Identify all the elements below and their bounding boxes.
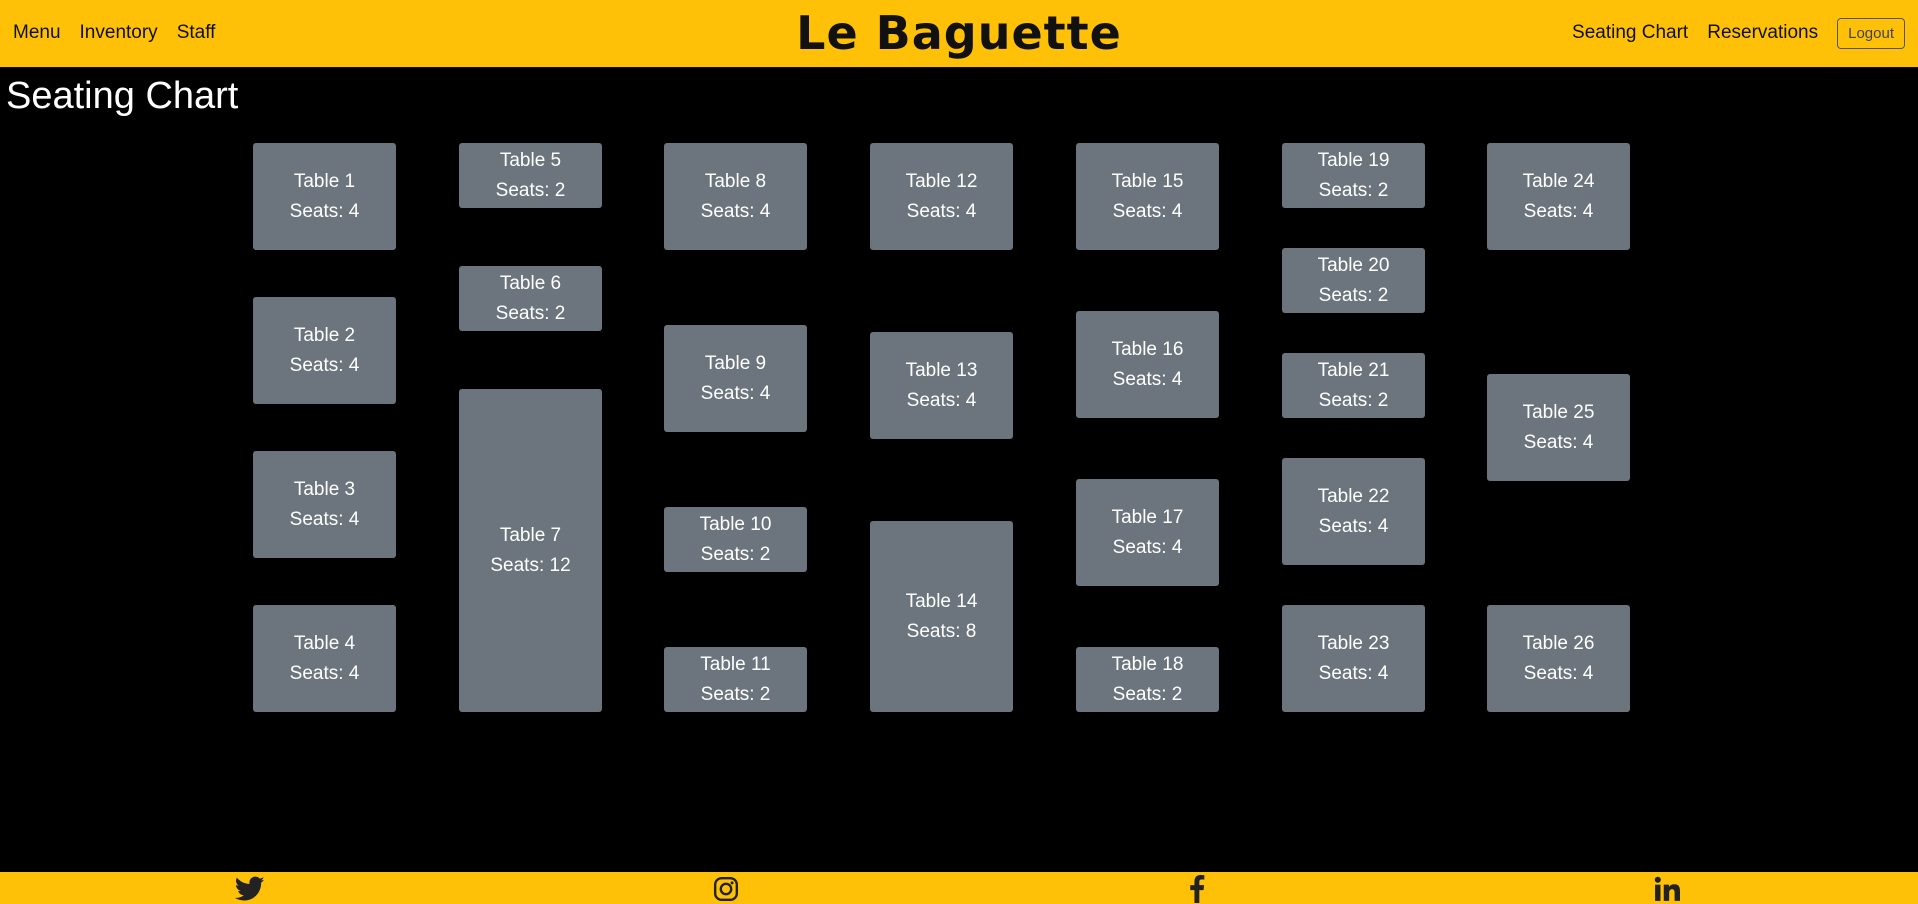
table-seats: Seats: 8 (906, 620, 977, 642)
table-card[interactable]: Table 25 Seats: 4 (1487, 374, 1630, 481)
table-seats: Seats: 2 (495, 302, 566, 324)
table-seats: Seats: 4 (1523, 662, 1594, 684)
table-seats: Seats: 4 (289, 508, 360, 530)
nav-link-reservations[interactable]: Reservations (1707, 22, 1818, 44)
linkedin-icon[interactable] (1650, 874, 1684, 904)
table-card[interactable]: Table 15 Seats: 4 (1076, 143, 1219, 250)
table-card[interactable]: Table 20 Seats: 2 (1282, 248, 1425, 313)
table-name: Table 21 (1317, 359, 1390, 381)
table-name: Table 9 (704, 352, 767, 374)
table-seats: Seats: 4 (1112, 368, 1183, 390)
table-name: Table 17 (1111, 506, 1184, 528)
table-seats: Seats: 4 (700, 200, 771, 222)
table-card[interactable]: Table 13 Seats: 4 (870, 332, 1013, 439)
table-card[interactable]: Table 9 Seats: 4 (664, 325, 807, 432)
nav-right-links: Seating Chart Reservations Logout (1553, 0, 1905, 66)
table-card[interactable]: Table 11 Seats: 2 (664, 647, 807, 712)
table-card[interactable]: Table 22 Seats: 4 (1282, 458, 1425, 565)
table-seats: Seats: 4 (1112, 536, 1183, 558)
table-card[interactable]: Table 23 Seats: 4 (1282, 605, 1425, 712)
table-card[interactable]: Table 24 Seats: 4 (1487, 143, 1630, 250)
table-name: Table 22 (1317, 485, 1390, 507)
table-card[interactable]: Table 14 Seats: 8 (870, 521, 1013, 712)
table-card[interactable]: Table 26 Seats: 4 (1487, 605, 1630, 712)
table-name: Table 26 (1522, 632, 1595, 654)
table-name: Table 23 (1317, 632, 1390, 654)
page-title: Seating Chart (6, 75, 239, 117)
table-card[interactable]: Table 7 Seats: 12 (459, 389, 602, 712)
table-name: Table 8 (704, 170, 767, 192)
footer-bar (0, 872, 1918, 904)
table-seats: Seats: 4 (700, 382, 771, 404)
table-name: Table 19 (1317, 149, 1390, 171)
table-card[interactable]: Table 8 Seats: 4 (664, 143, 807, 250)
table-name: Table 2 (293, 324, 356, 346)
table-seats: Seats: 4 (1523, 431, 1594, 453)
table-name: Table 1 (293, 170, 356, 192)
table-seats: Seats: 4 (1523, 200, 1594, 222)
table-card[interactable]: Table 2 Seats: 4 (253, 297, 396, 404)
table-card[interactable]: Table 18 Seats: 2 (1076, 647, 1219, 712)
table-card[interactable]: Table 21 Seats: 2 (1282, 353, 1425, 418)
table-name: Table 11 (700, 653, 771, 675)
table-seats: Seats: 2 (495, 179, 566, 201)
table-seats: Seats: 12 (490, 554, 571, 576)
table-name: Table 14 (905, 590, 978, 612)
table-seats: Seats: 4 (289, 662, 360, 684)
table-name: Table 13 (905, 359, 978, 381)
table-name: Table 5 (499, 149, 562, 171)
table-card[interactable]: Table 3 Seats: 4 (253, 451, 396, 558)
twitter-icon[interactable] (233, 874, 267, 904)
table-name: Table 16 (1111, 338, 1184, 360)
table-name: Table 6 (499, 272, 562, 294)
table-card[interactable]: Table 6 Seats: 2 (459, 266, 602, 331)
seating-layout: Table 1 Seats: 4 Table 2 Seats: 4 Table … (0, 0, 1918, 904)
instagram-icon[interactable] (709, 874, 743, 904)
table-seats: Seats: 2 (1318, 179, 1389, 201)
table-name: Table 18 (1111, 653, 1184, 675)
table-name: Table 7 (499, 524, 562, 546)
table-seats: Seats: 4 (906, 200, 977, 222)
nav-link-seating-chart[interactable]: Seating Chart (1572, 22, 1688, 44)
table-name: Table 24 (1522, 170, 1595, 192)
table-card[interactable]: Table 1 Seats: 4 (253, 143, 396, 250)
table-name: Table 20 (1317, 254, 1390, 276)
table-card[interactable]: Table 4 Seats: 4 (253, 605, 396, 712)
table-seats: Seats: 2 (700, 543, 771, 565)
table-name: Table 25 (1522, 401, 1595, 423)
table-seats: Seats: 2 (1318, 284, 1389, 306)
table-name: Table 15 (1111, 170, 1184, 192)
table-name: Table 3 (293, 478, 356, 500)
top-navbar: Menu Inventory Staff Le Baguette Seating… (0, 0, 1918, 68)
table-seats: Seats: 4 (289, 200, 360, 222)
table-card[interactable]: Table 10 Seats: 2 (664, 507, 807, 572)
table-seats: Seats: 4 (1112, 200, 1183, 222)
table-card[interactable]: Table 19 Seats: 2 (1282, 143, 1425, 208)
table-seats: Seats: 2 (1112, 683, 1183, 705)
table-seats: Seats: 2 (700, 683, 771, 705)
table-seats: Seats: 4 (289, 354, 360, 376)
table-name: Table 10 (699, 513, 772, 535)
facebook-icon[interactable] (1180, 874, 1214, 904)
table-card[interactable]: Table 5 Seats: 2 (459, 143, 602, 208)
table-seats: Seats: 2 (1318, 389, 1389, 411)
table-card[interactable]: Table 12 Seats: 4 (870, 143, 1013, 250)
table-name: Table 12 (905, 170, 978, 192)
table-seats: Seats: 4 (906, 389, 977, 411)
table-seats: Seats: 4 (1318, 515, 1389, 537)
table-card[interactable]: Table 16 Seats: 4 (1076, 311, 1219, 418)
table-seats: Seats: 4 (1318, 662, 1389, 684)
logout-button[interactable]: Logout (1837, 17, 1905, 49)
table-name: Table 4 (293, 632, 356, 654)
table-card[interactable]: Table 17 Seats: 4 (1076, 479, 1219, 586)
